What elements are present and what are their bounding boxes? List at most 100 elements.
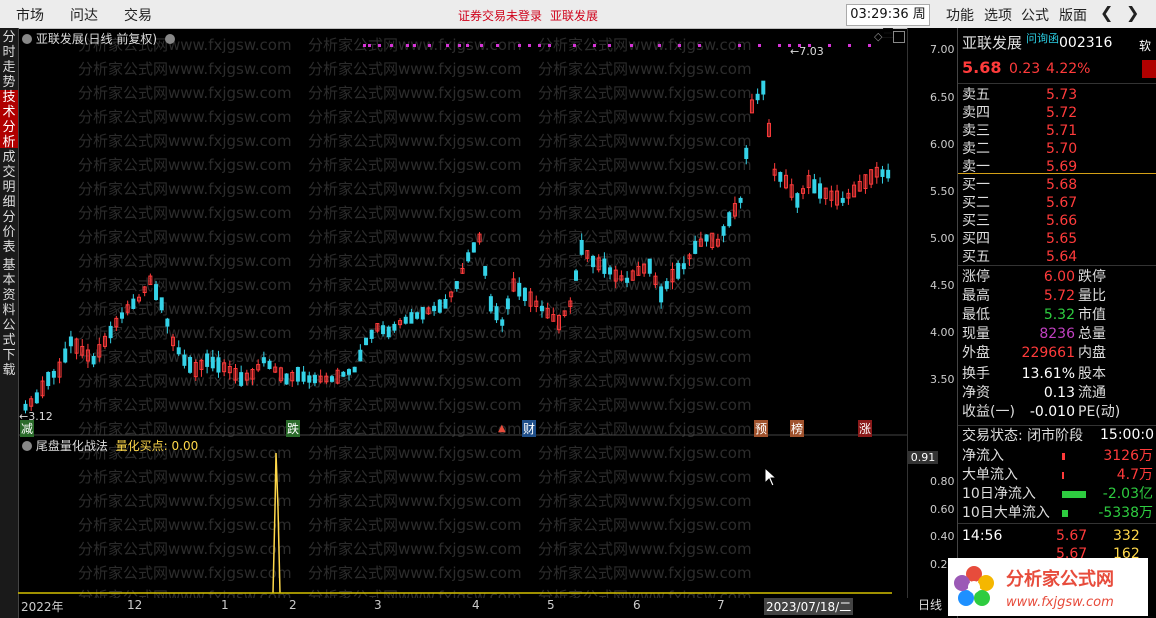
candle-body (539, 305, 544, 312)
watermark-layer: 分析家公式网www.fxjgsw.com 分析家公式网www.fxjgsw.com… (78, 36, 752, 598)
watermark-text: 分析家公式网www.fxjgsw.com (78, 108, 292, 126)
signal-dot (413, 44, 416, 47)
stat-label-2: 跌停 (1078, 269, 1106, 285)
ask-price[interactable]: 5.71 (1046, 122, 1077, 140)
menu-market[interactable]: 市场 (16, 5, 44, 25)
menu-options[interactable]: 选项 (984, 5, 1012, 25)
tab-price-table[interactable]: 分价表 (0, 210, 18, 256)
candle-body (341, 371, 346, 377)
candle-body (301, 371, 306, 382)
candle-body (437, 299, 442, 313)
side-red-button[interactable] (1142, 60, 1156, 78)
ask-price[interactable]: 5.70 (1046, 140, 1077, 158)
y-tick: 6.50 (930, 91, 955, 104)
flow-label: 大单流入 (962, 467, 1018, 483)
watermark-text: 分析家公式网www.fxjgsw.com (78, 492, 292, 510)
candle-body (517, 282, 522, 297)
flow-bar (1062, 472, 1064, 479)
logo-title: 分析家公式网 (1006, 568, 1114, 590)
event-tag-forecast[interactable]: 预 (754, 420, 769, 437)
watermark-text: 分析家公式网www.fxjgsw.com (538, 132, 752, 150)
ask-label: 卖五 (962, 87, 990, 103)
signal-dot (378, 44, 381, 47)
candle-body (659, 286, 664, 303)
watermark-text: 分析家公式网www.fxjgsw.com (78, 228, 292, 246)
triangle-icon[interactable]: ▲ (498, 423, 506, 434)
signal-dot (368, 44, 371, 47)
tab-formula-download[interactable]: 公式下载 (0, 318, 18, 378)
tab-technical[interactable]: 技术分析 (0, 90, 18, 150)
menu-formula[interactable]: 公式 (1021, 5, 1049, 25)
chart-title-row: 亚联发展(日线 前复权) (22, 30, 175, 47)
watermark-text: 分析家公式网www.fxjgsw.com (78, 372, 292, 390)
diamond-icon[interactable]: ◇ (874, 30, 882, 43)
period-label[interactable]: 日线 (918, 596, 942, 613)
watermark-text: 分析家公式网www.fxjgsw.com (538, 348, 752, 366)
candle-body (63, 348, 68, 363)
bid-price[interactable]: 5.65 (1046, 230, 1077, 248)
last-price: 5.68 (962, 58, 1002, 77)
menu-layout[interactable]: 版面 (1059, 5, 1087, 25)
candle-body (818, 183, 823, 199)
bid-price[interactable]: 5.67 (1046, 194, 1077, 212)
dropdown-icon[interactable] (164, 34, 175, 44)
bid-price[interactable]: 5.64 (1046, 248, 1077, 266)
watermark-text: 分析家公式网www.fxjgsw.com (308, 84, 522, 102)
indicator-tick: 0.60 (930, 503, 955, 516)
watermark-text: 分析家公式网www.fxjgsw.com (538, 468, 752, 486)
menu-function[interactable]: 功能 (946, 5, 974, 25)
signal-dot (548, 44, 551, 47)
ask-price[interactable]: 5.72 (1046, 104, 1077, 122)
bid-price[interactable]: 5.66 (1046, 212, 1077, 230)
forward-arrow-icon[interactable]: ❯ (1126, 3, 1139, 22)
stat-value: 6.00 (1043, 269, 1075, 285)
collapse-icon[interactable] (22, 34, 32, 44)
stat-label-2: PE(动) (1078, 404, 1121, 420)
stat-label: 外盘 (962, 345, 990, 361)
candle-body (840, 197, 845, 203)
indicator-collapse-icon[interactable] (22, 441, 32, 451)
signal-dot (738, 44, 741, 47)
stat-label: 收益(一) (962, 404, 1015, 420)
candle-body (579, 239, 584, 255)
tab-fundamentals[interactable]: 基本资料 (0, 258, 18, 318)
watermark-text: 分析家公式网www.fxjgsw.com (308, 132, 522, 150)
watermark-text: 分析家公式网www.fxjgsw.com (78, 84, 292, 102)
candle-body (386, 326, 391, 338)
candle-body (51, 370, 56, 378)
tab-trades[interactable]: 成交明细 (0, 150, 18, 210)
login-notice[interactable]: 证券交易未登录 (458, 7, 542, 24)
bid-label: 买一 (962, 177, 990, 193)
notice-stock-name[interactable]: 亚联发展 (550, 7, 598, 24)
event-tag-reduce[interactable]: 减 (20, 420, 35, 437)
watermark-text: 分析家公式网www.fxjgsw.com (538, 84, 752, 102)
watermark-text: 分析家公式网www.fxjgsw.com (308, 396, 522, 414)
soft-button[interactable]: 软 (1139, 37, 1151, 54)
maximize-icon[interactable] (893, 31, 905, 43)
signal-dot (593, 44, 596, 47)
menu-wenda[interactable]: 问达 (70, 5, 98, 25)
event-tag-rise[interactable]: 涨 (858, 420, 873, 437)
kline-chart[interactable]: 分析家公式网www.fxjgsw.com 分析家公式网www.fxjgsw.com… (18, 28, 907, 598)
event-tag-list[interactable]: 榜 (790, 420, 805, 437)
watermark-text: 分析家公式网www.fxjgsw.com (308, 348, 522, 366)
event-tag-fall[interactable]: 跌 (286, 420, 301, 437)
bid-price[interactable]: 5.68 (1046, 176, 1077, 194)
left-tab-strip: 分时走势 技术分析 成交明细 分价表 基本资料 公式下载 (0, 28, 19, 618)
signal-dot (658, 44, 661, 47)
flow-value: 3126万 (1103, 448, 1153, 464)
candle-body (602, 258, 607, 274)
signal-dot (573, 44, 576, 47)
back-arrow-icon[interactable]: ❮ (1100, 3, 1113, 22)
watermark-text: 分析家公式网www.fxjgsw.com (78, 180, 292, 198)
ask-price[interactable]: 5.73 (1046, 86, 1077, 104)
signal-dot (518, 44, 521, 47)
signal-dot (538, 44, 541, 47)
tab-intraday[interactable]: 分时走势 (0, 30, 18, 90)
candle-body (522, 287, 527, 302)
watermark-text: 分析家公式网www.fxjgsw.com (538, 372, 752, 390)
signal-dot (446, 44, 449, 47)
event-tag-finance[interactable]: 财 (522, 420, 537, 437)
menu-trade[interactable]: 交易 (124, 5, 152, 25)
inquiry-letter-link[interactable]: 问询函 (1026, 30, 1059, 46)
